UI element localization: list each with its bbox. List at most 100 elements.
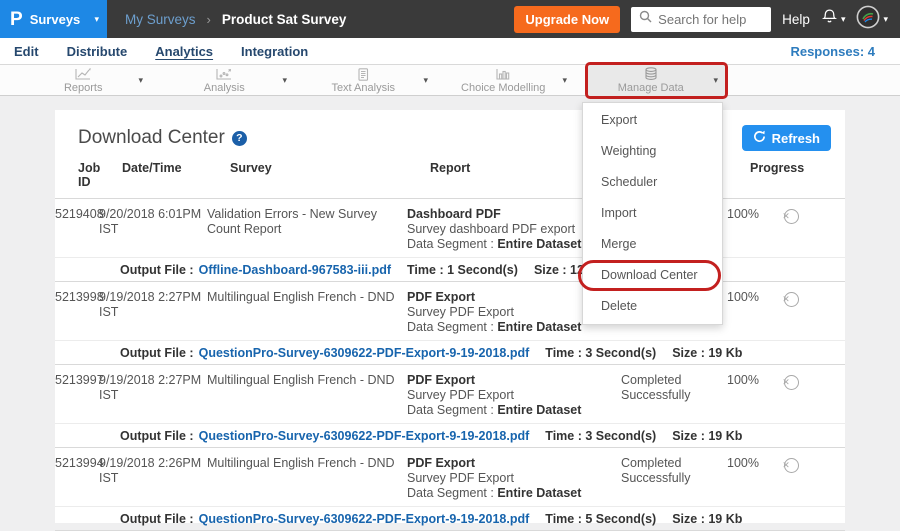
tab-distribute[interactable]: Distribute — [67, 44, 128, 59]
report-desc: Survey PDF Export — [407, 471, 611, 486]
job-progress: 100% — [727, 373, 779, 418]
survey-nav: Edit Distribute Analytics Integration Re… — [0, 38, 900, 65]
job-survey: Multilingual English French - DND — [207, 373, 407, 418]
upgrade-now-button[interactable]: Upgrade Now — [514, 6, 620, 33]
toolbar-item-manage-data[interactable]: Manage Data ▾ — [585, 62, 728, 99]
chevron-down-icon: ▾ — [94, 14, 99, 25]
help-tooltip-icon[interactable]: ? — [232, 131, 247, 146]
breadcrumb-parent[interactable]: My Surveys — [125, 12, 196, 27]
report-title: Dashboard PDF — [407, 207, 611, 222]
cancel-job-icon[interactable]: ✕ — [784, 292, 799, 307]
data-segment: Data Segment : Entire Dataset — [407, 237, 581, 251]
output-size: Size : 19 Kb — [672, 346, 742, 360]
manage-data-menu: Export Weighting Scheduler Import Merge … — [582, 102, 723, 325]
data-segment: Data Segment : Entire Dataset — [407, 403, 581, 417]
table-row: 5213998 9/19/2018 2:27PM IST Multilingua… — [55, 282, 845, 340]
job-id: 5213994 — [55, 456, 99, 501]
responses-count: Responses: 4 — [790, 44, 875, 59]
output-file-row: Output File : Offline-Dashboard-967583-i… — [55, 257, 845, 282]
chevron-down-icon[interactable]: ▾ — [562, 75, 574, 86]
job-id: 5219408 — [55, 207, 99, 252]
menu-item-scheduler[interactable]: Scheduler — [583, 167, 722, 198]
search-icon — [639, 10, 652, 28]
account-menu[interactable]: ▾ — [856, 5, 888, 34]
output-size: Size : 19 Kb — [672, 429, 742, 443]
menu-item-merge[interactable]: Merge — [583, 229, 722, 260]
output-file-label: Output File : — [120, 429, 194, 443]
output-file-row: Output File : QuestionPro-Survey-6309622… — [55, 506, 845, 531]
menu-item-download-center[interactable]: Download Center — [583, 260, 722, 291]
chevron-down-icon: ▾ — [841, 14, 846, 25]
toolbar-item-analysis[interactable]: Analysis ▾ — [166, 65, 294, 96]
report-desc: Survey PDF Export — [407, 388, 611, 403]
output-size: Size : 19 Kb — [672, 512, 742, 526]
table-header: Job ID Date/Time Survey Report Progress — [55, 161, 845, 199]
job-id: 5213997 — [55, 373, 99, 418]
output-file-link[interactable]: Offline-Dashboard-967583-iii.pdf — [199, 263, 391, 277]
header-date-time: Date/Time — [122, 161, 230, 189]
table-row: 5213994 9/19/2018 2:26PM IST Multilingua… — [55, 448, 845, 506]
scatter-chart-icon — [215, 68, 233, 81]
job-id: 5213998 — [55, 290, 99, 335]
output-time: Time : 3 Second(s) — [545, 429, 656, 443]
toolbar-item-text-analysis[interactable]: Text Analysis ▾ — [303, 65, 435, 96]
cancel-job-icon[interactable]: ✕ — [784, 209, 799, 224]
menu-item-weighting[interactable]: Weighting — [583, 136, 722, 167]
job-datetime: 9/20/2018 6:01PM IST — [99, 207, 207, 252]
output-time: Time : 5 Second(s) — [545, 512, 656, 526]
output-file-link[interactable]: QuestionPro-Survey-6309622-PDF-Export-9-… — [199, 512, 530, 526]
toolbar-item-label: Analysis — [204, 83, 245, 94]
output-file-link[interactable]: QuestionPro-Survey-6309622-PDF-Export-9-… — [199, 429, 530, 443]
top-bar: P Surveys ▾ My Surveys › Product Sat Sur… — [0, 0, 900, 38]
database-icon — [642, 67, 660, 81]
report-title: PDF Export — [407, 456, 611, 471]
tab-integration[interactable]: Integration — [241, 44, 308, 59]
report-desc: Survey PDF Export — [407, 305, 611, 320]
toolbar-item-label: Text Analysis — [331, 83, 395, 94]
chevron-down-icon[interactable]: ▾ — [282, 75, 294, 86]
header-survey: Survey — [230, 161, 430, 189]
job-status: Completed Successfully — [621, 456, 727, 501]
chevron-down-icon[interactable]: ▾ — [138, 75, 150, 86]
bar-chart-icon — [494, 68, 512, 81]
cancel-job-icon[interactable]: ✕ — [784, 375, 799, 390]
refresh-icon — [753, 130, 766, 146]
output-file-row: Output File : QuestionPro-Survey-6309622… — [55, 423, 845, 448]
surveys-menu-label: Surveys — [30, 12, 88, 27]
surveys-menu[interactable]: P Surveys ▾ — [0, 0, 107, 38]
header-progress: Progress — [750, 161, 802, 189]
job-survey: Validation Errors - New Survey Count Rep… — [207, 207, 407, 252]
avatar — [856, 5, 880, 34]
toolbar-item-choice-modelling[interactable]: Choice Modelling ▾ — [444, 65, 574, 96]
menu-item-delete[interactable]: Delete — [583, 291, 722, 322]
help-link[interactable]: Help — [782, 12, 810, 27]
chevron-down-icon[interactable]: ▾ — [423, 75, 435, 86]
bell-icon — [821, 8, 838, 30]
table-row: 5219408 9/20/2018 6:01PM IST Validation … — [55, 199, 845, 257]
topbar-actions: Upgrade Now Help ▾ — [514, 5, 900, 34]
help-search-box[interactable] — [631, 7, 771, 32]
header-job-id: Job ID — [78, 161, 122, 189]
output-file-label: Output File : — [120, 263, 194, 277]
analytics-toolbar: Reports ▾ Analysis ▾ Text Analysis — [0, 65, 900, 96]
tab-edit[interactable]: Edit — [14, 44, 39, 59]
report-title: PDF Export — [407, 373, 611, 388]
job-report: PDF Export Survey PDF Export Data Segmen… — [407, 373, 621, 418]
page-background: Download Center ? Refresh Job ID Date/Ti… — [0, 97, 900, 523]
menu-item-import[interactable]: Import — [583, 198, 722, 229]
page-title-text: Download Center — [78, 127, 225, 149]
refresh-button[interactable]: Refresh — [742, 125, 831, 151]
toolbar-item-reports[interactable]: Reports ▾ — [28, 65, 150, 96]
job-report: PDF Export Survey PDF Export Data Segmen… — [407, 456, 621, 501]
menu-item-export[interactable]: Export — [583, 105, 722, 136]
chevron-down-icon[interactable]: ▾ — [713, 75, 725, 86]
report-desc: Survey dashboard PDF export — [407, 222, 611, 237]
report-title: PDF Export — [407, 290, 611, 305]
search-input[interactable] — [658, 12, 763, 27]
tab-analytics[interactable]: Analytics — [155, 44, 213, 59]
notifications-button[interactable]: ▾ — [821, 8, 846, 30]
output-file-link[interactable]: QuestionPro-Survey-6309622-PDF-Export-9-… — [199, 346, 530, 360]
cancel-job-icon[interactable]: ✕ — [784, 458, 799, 473]
output-file-label: Output File : — [120, 512, 194, 526]
table-row: 5213997 9/19/2018 2:27PM IST Multilingua… — [55, 365, 845, 423]
